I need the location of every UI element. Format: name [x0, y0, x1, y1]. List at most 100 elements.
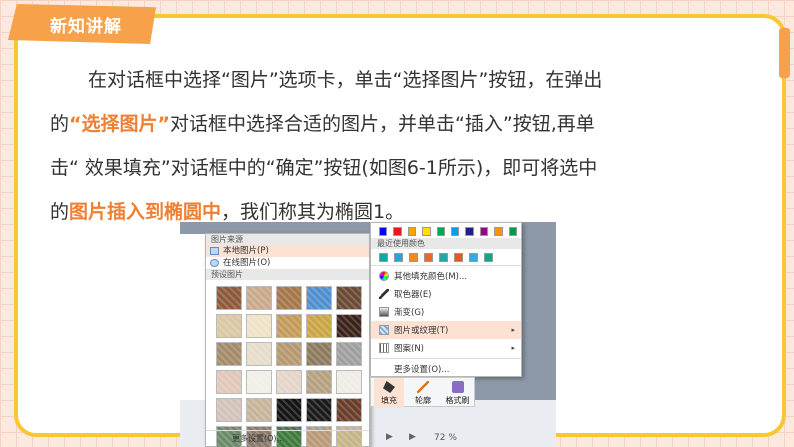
globe-icon — [210, 259, 219, 267]
texture-swatch[interactable] — [306, 370, 332, 394]
color-swatch[interactable] — [508, 227, 518, 236]
texture-swatch[interactable] — [306, 398, 332, 422]
texture-swatch[interactable] — [276, 342, 302, 366]
color-swatch[interactable] — [465, 227, 474, 236]
gradient-item[interactable]: 渐变(G) — [371, 303, 521, 321]
color-swatch[interactable] — [494, 227, 503, 236]
more-settings-color-item[interactable]: 更多设置(O)... — [371, 360, 521, 378]
online-picture-item[interactable]: 在线图片(O) — [206, 257, 369, 269]
zoom-readout: 72 % — [434, 433, 457, 443]
pattern-item[interactable]: 图案(N) ▸ — [371, 339, 521, 357]
texture-swatch[interactable] — [276, 370, 302, 394]
format-toolbar: 填充 轮廓 格式刷 — [370, 377, 475, 408]
next-icon[interactable]: ▶ — [409, 432, 416, 442]
texture-swatch[interactable] — [246, 398, 272, 422]
eyedropper-icon — [379, 289, 389, 299]
para-text: 的 — [50, 201, 70, 223]
more-settings-item[interactable]: 更多设置(O)... — [206, 430, 369, 446]
texture-swatch[interactable] — [216, 286, 242, 310]
color-swatch[interactable] — [409, 253, 418, 262]
texture-swatch[interactable] — [276, 286, 302, 310]
color-swatch[interactable] — [424, 253, 433, 262]
image-icon — [210, 247, 219, 255]
texture-swatch[interactable] — [246, 286, 272, 310]
pen-icon — [417, 381, 429, 393]
section-badge-label: 新知讲解 — [50, 16, 122, 37]
color-swatch[interactable] — [394, 253, 403, 262]
other-fill-label: 其他填充颜色(M)... — [394, 272, 468, 282]
para-text: 的 — [50, 113, 70, 135]
eyedropper-item[interactable]: 取色器(E) — [371, 285, 521, 303]
paint-bucket-icon — [383, 381, 395, 393]
picture-texture-item[interactable]: 图片或纹理(T) ▸ — [371, 321, 521, 339]
play-icon[interactable]: ▶ — [386, 432, 393, 442]
outline-button[interactable]: 轮廓 — [408, 378, 438, 408]
color-swatch[interactable] — [451, 227, 460, 236]
color-swatch[interactable] — [379, 253, 388, 262]
divider — [371, 358, 521, 359]
accent-bar — [779, 28, 790, 78]
para-text: 对话框中选择合适的图片，并单击“插入”按钮,再单 — [170, 113, 595, 135]
texture-swatch[interactable] — [216, 342, 242, 366]
pattern-label: 图案(N) — [394, 344, 424, 354]
texture-swatch[interactable] — [336, 314, 362, 338]
body-paragraph: 在对话框中选择“图片”选项卡，单击“选择图片”按钮，在弹出 的“选择图片”对话框… — [50, 58, 750, 234]
recent-colors-header: 最近使用颜色 — [371, 238, 521, 249]
pattern-icon — [379, 343, 389, 353]
menu-header-source: 图片来源 — [206, 234, 369, 245]
para-line-3: 击“ 效果填充”对话框中的“确定”按钮(如图6-1所示)，即可将选中 — [50, 157, 598, 179]
texture-swatch[interactable] — [216, 370, 242, 394]
texture-swatch[interactable] — [336, 370, 362, 394]
document-area — [180, 234, 208, 409]
color-swatch[interactable] — [479, 227, 489, 236]
menu-header-preset: 预设图片 — [206, 269, 369, 280]
texture-swatch[interactable] — [246, 370, 272, 394]
recent-color-row — [371, 249, 521, 264]
section-badge: 新知讲解 — [8, 4, 156, 44]
highlight-insert-ellipse: 图片插入到椭圆中 — [69, 201, 222, 223]
color-swatch[interactable] — [436, 227, 446, 236]
other-fill-color-item[interactable]: 其他填充颜色(M)... — [371, 267, 521, 285]
texture-swatch[interactable] — [336, 398, 362, 422]
online-picture-label: 在线图片(O) — [223, 258, 271, 268]
brush-icon — [451, 381, 464, 393]
format-painter-button[interactable]: 格式刷 — [441, 378, 474, 408]
eyedropper-label: 取色器(E) — [394, 290, 432, 300]
picture-texture-label: 图片或纹理(T) — [394, 326, 449, 336]
color-swatch[interactable] — [454, 253, 463, 262]
texture-swatch[interactable] — [336, 286, 362, 310]
format-painter-label: 格式刷 — [445, 396, 470, 405]
gradient-icon — [379, 307, 389, 317]
texture-swatch[interactable] — [336, 342, 362, 366]
fill-color-menu: 最近使用颜色 其他填充颜色(M)... 取色器(E) 渐变(G) 图片或纹理(T… — [370, 222, 522, 377]
texture-swatch[interactable] — [276, 398, 302, 422]
color-swatch[interactable] — [484, 253, 493, 262]
texture-swatch[interactable] — [216, 398, 242, 422]
texture-swatch[interactable] — [216, 314, 242, 338]
para-line-2: 的“选择图片”对话框中选择合适的图片，并单击“插入”按钮,再单 — [50, 102, 750, 146]
para-line-1: 在对话框中选择“图片”选项卡，单击“选择图片”按钮，在弹出 — [88, 69, 603, 91]
more-settings-color-label: 更多设置(O)... — [394, 365, 450, 375]
texture-swatch[interactable] — [306, 342, 332, 366]
picture-fill-menu: 图片来源 本地图片(P) 在线图片(O) 预设图片 更多设置(O)... — [205, 233, 370, 447]
gradient-label: 渐变(G) — [394, 308, 425, 318]
divider — [371, 265, 521, 266]
fill-button[interactable]: 填充 — [374, 378, 404, 408]
theme-color-row — [371, 223, 521, 238]
texture-swatch[interactable] — [276, 314, 302, 338]
local-picture-label: 本地图片(P) — [223, 246, 269, 256]
color-swatch[interactable] — [422, 227, 431, 236]
local-picture-item[interactable]: 本地图片(P) — [206, 245, 369, 257]
chevron-right-icon: ▸ — [511, 326, 515, 334]
texture-swatch[interactable] — [306, 286, 332, 310]
chevron-right-icon: ▸ — [511, 344, 515, 352]
color-swatch[interactable] — [469, 253, 478, 262]
texture-swatch[interactable] — [246, 342, 272, 366]
preset-texture-grid — [206, 280, 369, 447]
texture-swatch[interactable] — [246, 314, 272, 338]
texture-swatch[interactable] — [306, 314, 332, 338]
color-swatch[interactable] — [379, 227, 388, 236]
color-swatch[interactable] — [407, 227, 417, 236]
color-swatch[interactable] — [393, 227, 402, 236]
color-swatch[interactable] — [439, 253, 448, 262]
